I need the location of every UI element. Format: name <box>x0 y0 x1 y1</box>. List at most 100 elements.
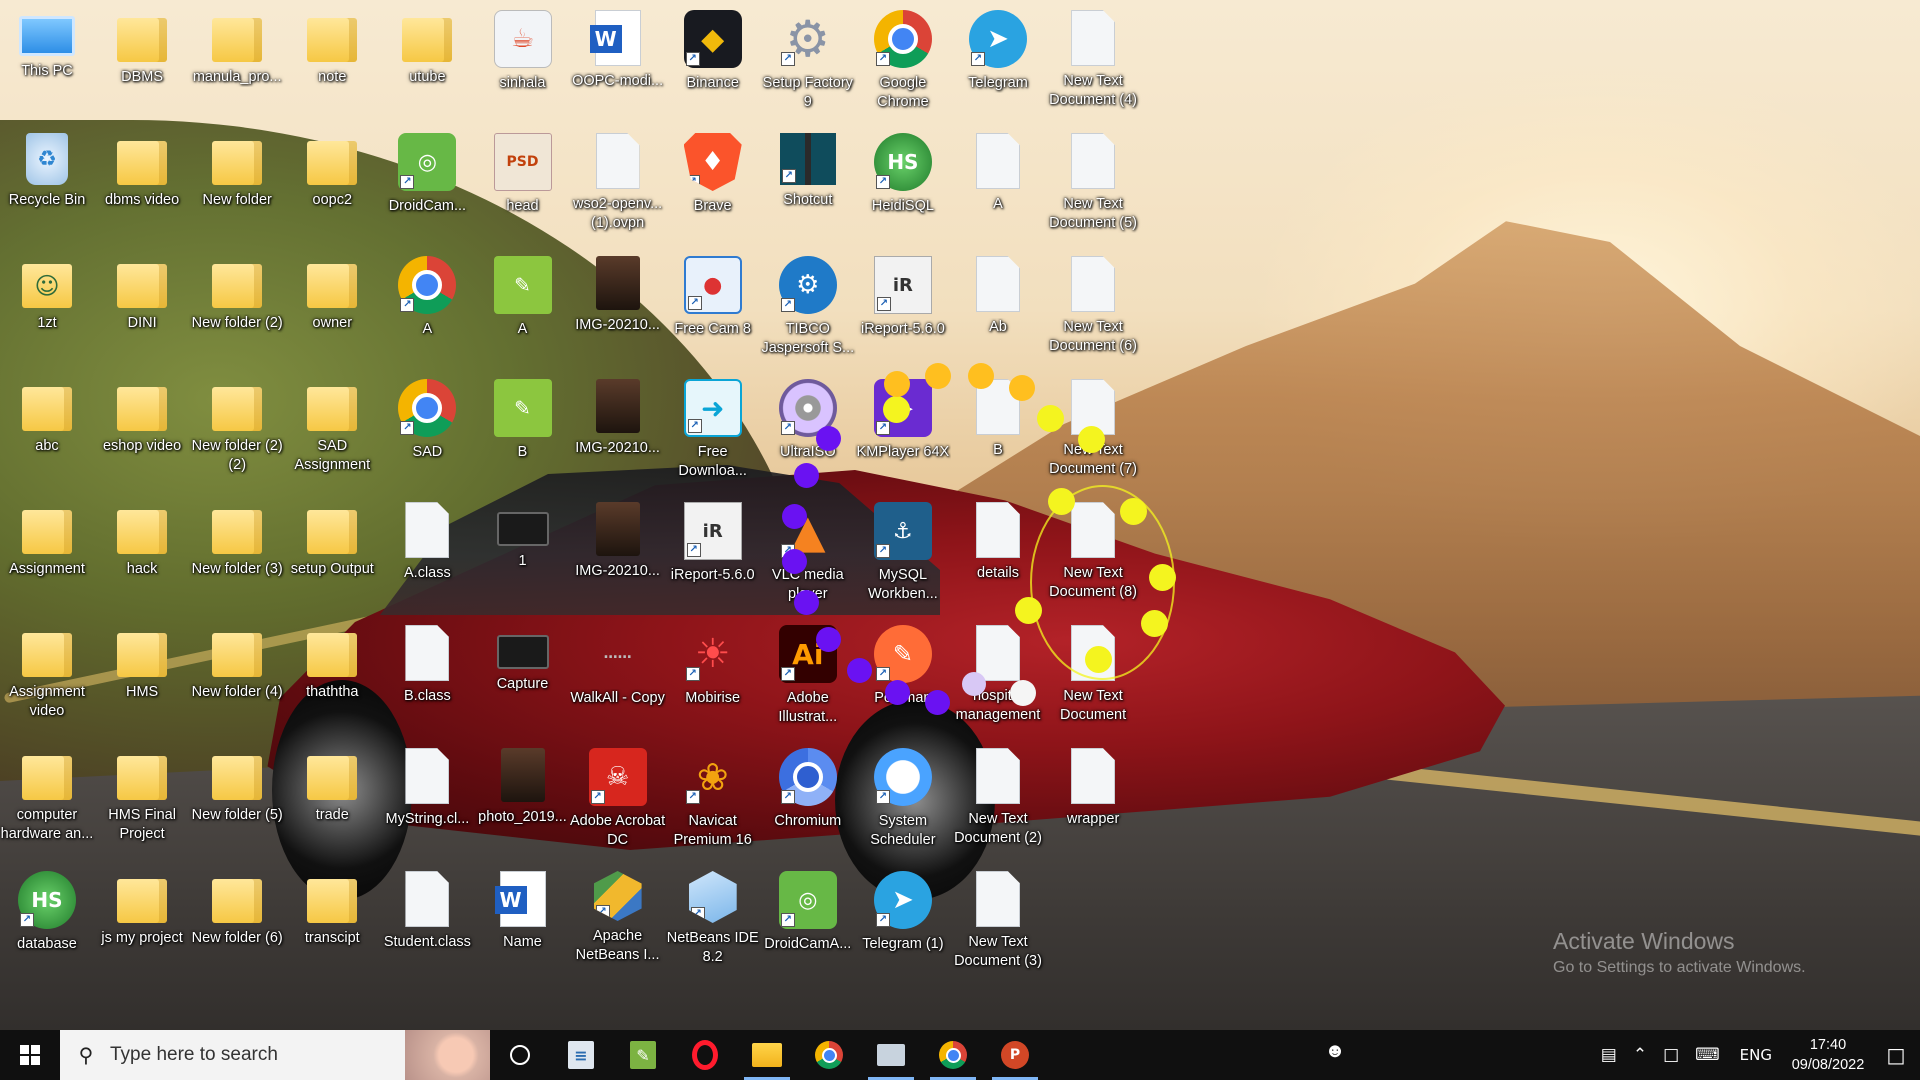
start-button[interactable] <box>0 1030 60 1080</box>
taskbar-app-file[interactable]: ≡ <box>550 1030 612 1080</box>
people-icon[interactable]: ☻ <box>1320 1040 1350 1063</box>
desktop-icon[interactable]: SAD Assignment <box>284 375 380 495</box>
desktop-icon[interactable]: photo_2019... <box>475 744 571 864</box>
desktop-icon[interactable]: IMG-20210... <box>570 375 666 495</box>
taskbar-app-powerpoint[interactable]: P <box>984 1030 1046 1080</box>
taskbar-search-box[interactable]: ⚲ Type here to search <box>60 1030 490 1080</box>
desktop-icon[interactable]: ↗ Shotcut <box>760 129 856 249</box>
desktop-icon[interactable]: ◆ ↗ Binance <box>665 6 761 126</box>
desktop-icon[interactable]: wrapper <box>1045 744 1141 864</box>
desktop-icon[interactable]: HMS <box>94 621 190 741</box>
desktop-icon[interactable]: utube <box>379 6 475 126</box>
desktop-icon[interactable]: thaththa <box>284 621 380 741</box>
desktop-icon[interactable]: manula_pro... <box>189 6 285 126</box>
desktop-icon[interactable]: DBMS <box>94 6 190 126</box>
clock[interactable]: 17:40 09/08/2022 <box>1784 1035 1872 1075</box>
desktop-icon[interactable]: ↗ NetBeans IDE 8.2 <box>665 867 761 987</box>
desktop-icon[interactable]: New folder (2) (2) <box>189 375 285 495</box>
desktop-icon[interactable]: owner <box>284 252 380 372</box>
desktop-icon[interactable]: W Name <box>475 867 571 987</box>
chevron-up-icon[interactable]: ⌃ <box>1625 1045 1655 1065</box>
desktop-icon[interactable]: ↗ Chromium <box>760 744 856 864</box>
desktop-icon[interactable]: A.class <box>379 498 475 618</box>
desktop-icon[interactable]: New Text Document (5) <box>1045 129 1141 249</box>
desktop-icon[interactable]: note <box>284 6 380 126</box>
desktop-icon[interactable]: Assignment video <box>0 621 95 741</box>
desktop-icon[interactable]: 1 <box>475 498 571 618</box>
desktop-icon[interactable]: ❀ ↗ Navicat Premium 16 <box>665 744 761 864</box>
desktop-icon[interactable]: B.class <box>379 621 475 741</box>
desktop-icon[interactable]: ✎ A <box>475 252 571 372</box>
desktop-icon[interactable]: This PC <box>0 6 95 126</box>
desktop-icon[interactable]: MyString.cl... <box>379 744 475 864</box>
desktop-icon[interactable]: New folder (4) <box>189 621 285 741</box>
desktop-icon[interactable]: ⚙ ↗ TIBCO Jaspersoft S... <box>760 252 856 372</box>
desktop-icon[interactable]: dbms video <box>94 129 190 249</box>
desktop-icon[interactable]: ➜ ↗ Free Downloa... <box>665 375 761 495</box>
language-indicator[interactable]: ENG <box>1728 1046 1784 1064</box>
taskbar-app-opera[interactable] <box>674 1030 736 1080</box>
desktop-icon[interactable]: ➤ ↗ Telegram (1) <box>855 867 951 987</box>
desktop-icon[interactable]: PSD head <box>475 129 571 249</box>
desktop-icon[interactable]: ⚓ ↗ MySQL Workben... <box>855 498 951 618</box>
desktop-icon[interactable]: HS ↗ database <box>0 867 95 987</box>
desktop-icon[interactable]: trade <box>284 744 380 864</box>
desktop-icon[interactable]: DINI <box>94 252 190 372</box>
desktop-icon[interactable]: ♦ ↗ Brave <box>665 129 761 249</box>
desktop-icon[interactable]: ● ↗ Free Cam 8 <box>665 252 761 372</box>
desktop-icon[interactable]: ☀ ↗ Mobirise <box>665 621 761 741</box>
desktop-icon[interactable]: iR ↗ iReport-5.6.0 <box>855 252 951 372</box>
desktop-icon[interactable]: ✎ B <box>475 375 571 495</box>
taskbar-app-file-explorer[interactable] <box>736 1030 798 1080</box>
desktop-icon[interactable]: New folder (6) <box>189 867 285 987</box>
keyboard-icon[interactable]: ⌨ <box>1687 1045 1728 1065</box>
desktop-icon[interactable]: ↗ A <box>379 252 475 372</box>
desktop-icon[interactable]: setup Output <box>284 498 380 618</box>
desktop-icon[interactable]: wso2-openv... (1).ovpn <box>570 129 666 249</box>
desktop-icon[interactable]: HMS Final Project <box>94 744 190 864</box>
desktop-icon[interactable]: ➤ ↗ Telegram <box>950 6 1046 126</box>
desktop-icon[interactable]: IMG-20210... <box>570 252 666 372</box>
desktop-icon[interactable]: ☺ 1zt <box>0 252 95 372</box>
desktop-icon[interactable]: ⚙ ↗ Setup Factory 9 <box>760 6 856 126</box>
news-widget-icon[interactable]: ▤ <box>1593 1045 1625 1065</box>
desktop-icon[interactable]: ↗ Google Chrome <box>855 6 951 126</box>
desktop-icon[interactable]: Student.class <box>379 867 475 987</box>
desktop-icon[interactable]: IMG-20210... <box>570 498 666 618</box>
desktop-icon[interactable]: eshop video <box>94 375 190 495</box>
desktop-icon[interactable]: W OOPC-modi... <box>570 6 666 126</box>
desktop-icon[interactable]: …… WalkAll - Copy <box>570 621 666 741</box>
desktop-icon[interactable]: computer hardware an... <box>0 744 95 864</box>
desktop-icon[interactable]: Ai ↗ Adobe Illustrat... <box>760 621 856 741</box>
desktop-icon[interactable]: New Text Document (2) <box>950 744 1046 864</box>
desktop-icon[interactable]: New Text Document (3) <box>950 867 1046 987</box>
meet-now-icon[interactable]: □ <box>1655 1045 1687 1065</box>
notification-center-icon[interactable]: □ <box>1872 1043 1920 1067</box>
desktop-icon[interactable]: ☕ sinhala <box>475 6 571 126</box>
desktop-icon[interactable]: oopc2 <box>284 129 380 249</box>
desktop-icon[interactable]: New folder <box>189 129 285 249</box>
desktop-icon[interactable]: Ab <box>950 252 1046 372</box>
cortana-button[interactable] <box>490 1030 550 1080</box>
desktop-icon[interactable]: ♻ Recycle Bin <box>0 129 95 249</box>
desktop-icon[interactable]: Capture <box>475 621 571 741</box>
desktop-icon[interactable]: New folder (5) <box>189 744 285 864</box>
desktop-icon[interactable]: A <box>950 129 1046 249</box>
desktop-icon[interactable]: ↗ System Scheduler <box>855 744 951 864</box>
desktop-icon[interactable]: ↗ SAD <box>379 375 475 495</box>
taskbar-app-chrome[interactable] <box>798 1030 860 1080</box>
desktop-icon[interactable]: New Text Document (6) <box>1045 252 1141 372</box>
desktop-icon[interactable]: New folder (3) <box>189 498 285 618</box>
desktop-icon[interactable]: ☠ ↗ Adobe Acrobat DC <box>570 744 666 864</box>
desktop-icon[interactable]: ◎ ↗ DroidCam... <box>379 129 475 249</box>
desktop-icon[interactable]: ◎ ↗ DroidCamA... <box>760 867 856 987</box>
desktop-icon[interactable]: hack <box>94 498 190 618</box>
desktop-icon[interactable]: transcipt <box>284 867 380 987</box>
desktop-icon[interactable]: iR ↗ iReport-5.6.0 <box>665 498 761 618</box>
desktop-icon[interactable]: Assignment <box>0 498 95 618</box>
desktop-icon[interactable]: New folder (2) <box>189 252 285 372</box>
desktop-icon[interactable]: ↗ Apache NetBeans I... <box>570 867 666 987</box>
taskbar-app-jgrasp[interactable]: ✎ <box>612 1030 674 1080</box>
taskbar-app-chrome-2[interactable] <box>922 1030 984 1080</box>
desktop-icon[interactable]: abc <box>0 375 95 495</box>
